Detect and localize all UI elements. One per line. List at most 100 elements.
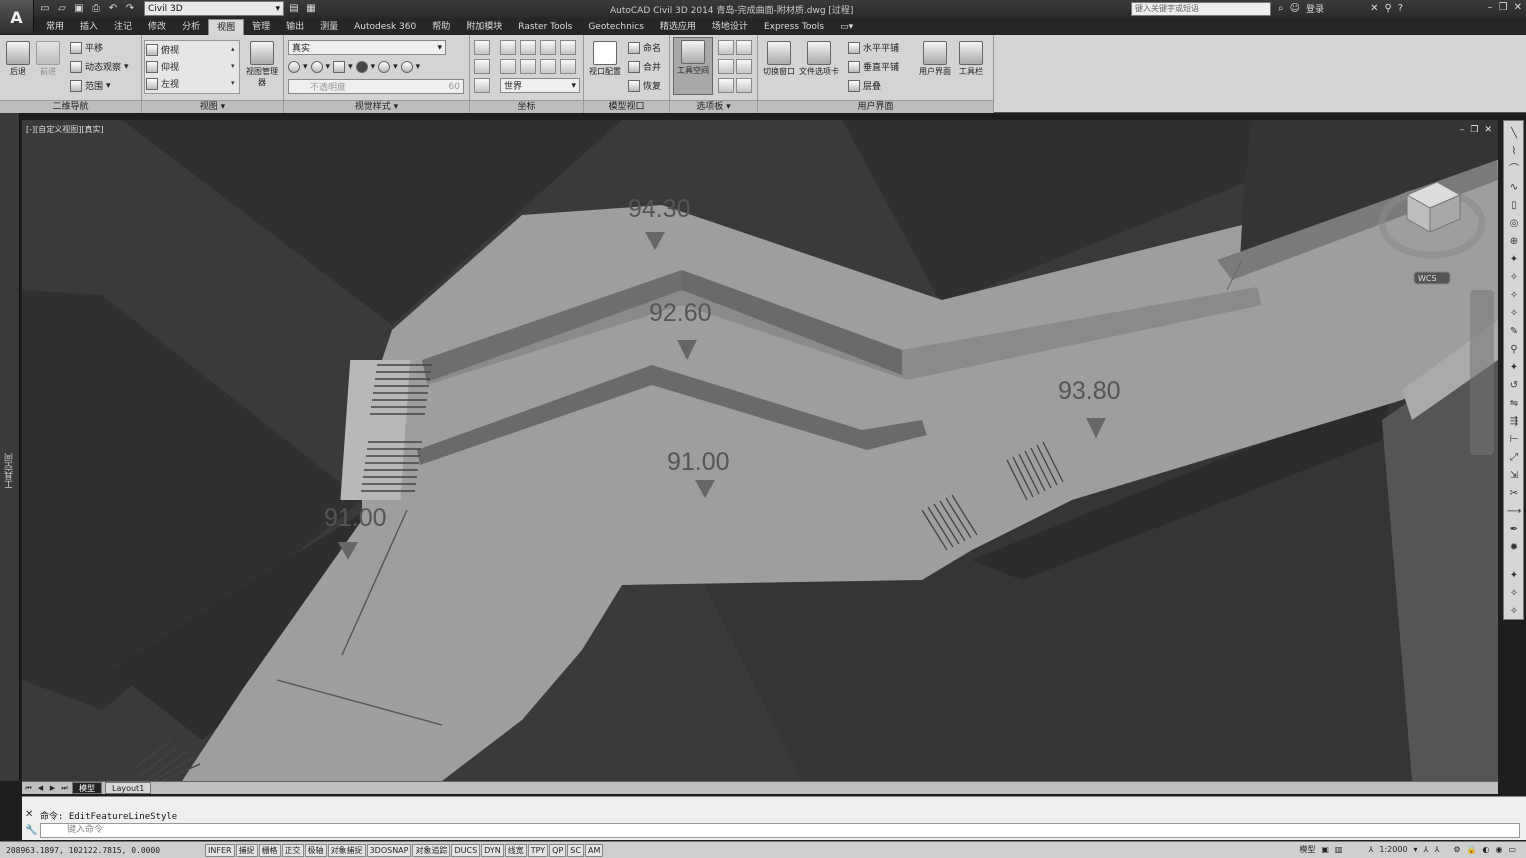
view-bottom-item[interactable]: 仰视	[146, 59, 179, 74]
search-input[interactable]: 键入关键字或短语	[1131, 2, 1271, 16]
viewport-config-button[interactable]: 视口配置	[588, 39, 622, 77]
application-menu-button[interactable]: A	[0, 0, 34, 34]
ucs-icon[interactable]	[474, 40, 490, 55]
tab-annotate[interactable]: 注记	[106, 19, 140, 35]
tool-rotate-icon[interactable]: ✧	[1507, 307, 1521, 321]
tool-target-icon[interactable]: ⊕	[1507, 235, 1521, 249]
redo-icon[interactable]: ↷	[123, 2, 137, 16]
tab-output[interactable]: 输出	[278, 19, 312, 35]
toggle-snap[interactable]: 捕捉	[235, 843, 258, 857]
tool-circle-icon[interactable]: ◎	[1507, 217, 1521, 231]
tool-edit-icon[interactable]: ✎	[1507, 325, 1521, 339]
markup-set-icon[interactable]	[718, 78, 734, 93]
tab-analyze[interactable]: 分析	[174, 19, 208, 35]
tab-layout1[interactable]: Layout1	[105, 782, 152, 794]
next-layout-icon[interactable]: ▶	[48, 784, 57, 793]
prev-layout-icon[interactable]: ◀	[36, 784, 45, 793]
annotation-scale-value[interactable]: 1:2000	[1379, 845, 1407, 854]
render-icon[interactable]	[378, 60, 391, 73]
toggle-lineweight[interactable]: 线宽	[504, 843, 527, 857]
toggle-osnap[interactable]: 对象捕捉	[327, 843, 366, 857]
ucs-view-icon[interactable]	[540, 59, 556, 74]
undo-icon[interactable]: ↶	[106, 2, 120, 16]
file-tabs-button[interactable]: 文件选项卡	[794, 39, 844, 77]
toggle-sc[interactable]: SC	[567, 843, 584, 857]
tab-home[interactable]: 常用	[38, 19, 72, 35]
pan-button[interactable]: 平移	[70, 40, 103, 55]
user-interface-button[interactable]: 用户界面	[918, 39, 952, 77]
quickcalc-icon[interactable]	[736, 78, 752, 93]
ucs-world-icon[interactable]	[500, 40, 516, 55]
extents-button[interactable]: 范围 ▾	[70, 78, 111, 93]
tool-scale-icon[interactable]: ⤢	[1507, 451, 1521, 465]
tab-help[interactable]: 帮助	[424, 19, 458, 35]
ucs-z-icon[interactable]	[560, 40, 576, 55]
minimize-icon[interactable]: –	[1488, 2, 1493, 13]
stay-connected-icon[interactable]: ⚲	[1384, 3, 1391, 14]
tool-space-button[interactable]: 工具空间	[673, 37, 713, 95]
tool-layer2-icon[interactable]: ✧	[1507, 587, 1521, 601]
tool-extend-icon[interactable]: ⟶	[1507, 505, 1521, 519]
annotation-visibility-icon[interactable]: ⅄	[1424, 845, 1429, 854]
properties-icon[interactable]: ▤	[287, 2, 301, 16]
tab-manage[interactable]: 管理	[244, 19, 278, 35]
tab-raster-tools[interactable]: Raster Tools	[510, 19, 580, 35]
orbit-button[interactable]: 动态观察 ▾	[70, 59, 129, 74]
tab-modify[interactable]: 修改	[140, 19, 174, 35]
isolate-objects-icon[interactable]: ◉	[1495, 845, 1502, 854]
exchange-icon[interactable]: ✕	[1370, 3, 1378, 14]
join-viewports-button[interactable]: 合并	[628, 59, 661, 74]
new-file-icon[interactable]: ▭	[38, 2, 52, 16]
shadows-icon[interactable]	[310, 60, 323, 73]
ucs-origin-icon[interactable]	[474, 59, 490, 74]
toolbars-button[interactable]: 工具栏	[954, 39, 988, 77]
tool-marker-icon[interactable]: ✦	[1507, 361, 1521, 375]
save-icon[interactable]: ▣	[72, 2, 86, 16]
opacity-slider[interactable]: 不透明度 60	[288, 79, 464, 94]
model-space-button[interactable]: 模型	[1299, 844, 1315, 855]
tool-undo-icon[interactable]: ↺	[1507, 379, 1521, 393]
restore-icon[interactable]: ❐	[1499, 2, 1508, 13]
viewport-minimize-icon[interactable]: –	[1460, 125, 1465, 135]
tool-layer3-icon[interactable]: ✧	[1507, 605, 1521, 619]
cascade-button[interactable]: 层叠	[848, 78, 881, 93]
tool-layer-icon[interactable]: ✦	[1507, 569, 1521, 583]
binoculars-icon[interactable]: ⌕	[1278, 3, 1284, 14]
toggle-infer[interactable]: INFER	[205, 843, 235, 857]
view-manager-button[interactable]: 视图管理器	[244, 39, 280, 88]
switch-window-button[interactable]: 切换窗口	[762, 39, 796, 77]
tool-space-palette-strip[interactable]: 工具空间	[0, 113, 20, 781]
print-icon[interactable]: ⎙	[89, 2, 103, 16]
quick-view-drawings-icon[interactable]: ▥	[1335, 845, 1343, 854]
close-icon[interactable]: ✕	[25, 809, 33, 820]
tool-arc-icon[interactable]: ⌒	[1507, 163, 1521, 177]
workspace-switch-icon[interactable]: ⚙	[1453, 845, 1460, 854]
tab-autodesk-360[interactable]: Autodesk 360	[346, 19, 424, 35]
toggle-qp[interactable]: QP	[549, 843, 567, 857]
design-center-icon[interactable]	[736, 59, 752, 74]
toggle-grid[interactable]: 栅格	[258, 843, 281, 857]
toggle-dyn[interactable]: DYN	[481, 843, 504, 857]
lighting-icon[interactable]	[355, 60, 368, 73]
sheet-set-icon[interactable]	[736, 40, 752, 55]
ucs-select[interactable]: 世界 ▾	[500, 78, 580, 93]
tool-dim-icon[interactable]: ⊢	[1507, 433, 1521, 447]
tool-polyline-icon[interactable]: ⌇	[1507, 145, 1521, 159]
tool-point-icon[interactable]: ✦	[1507, 253, 1521, 267]
toggle-tpy[interactable]: TPY	[527, 843, 549, 857]
hardware-accel-icon[interactable]: ◐	[1482, 845, 1489, 854]
named-viewports-button[interactable]: 命名	[628, 40, 661, 55]
open-file-icon[interactable]: ▱	[55, 2, 69, 16]
toggle-otrack[interactable]: 对象追踪	[412, 843, 451, 857]
restore-viewports-button[interactable]: 恢复	[628, 78, 661, 93]
help-icon[interactable]: ?	[1398, 3, 1403, 14]
close-icon[interactable]: ✕	[1514, 2, 1522, 13]
auto-scale-icon[interactable]: ⅄	[1434, 845, 1439, 854]
toggle-polar[interactable]: 极轴	[304, 843, 327, 857]
view-left-item[interactable]: 左视	[146, 76, 179, 91]
tab-express-tools[interactable]: Express Tools	[756, 19, 832, 35]
forward-button[interactable]: 前进	[32, 39, 64, 77]
tab-survey[interactable]: 测量	[312, 19, 346, 35]
ucs-y-icon[interactable]	[540, 40, 556, 55]
tab-model[interactable]: 模型	[72, 782, 102, 794]
